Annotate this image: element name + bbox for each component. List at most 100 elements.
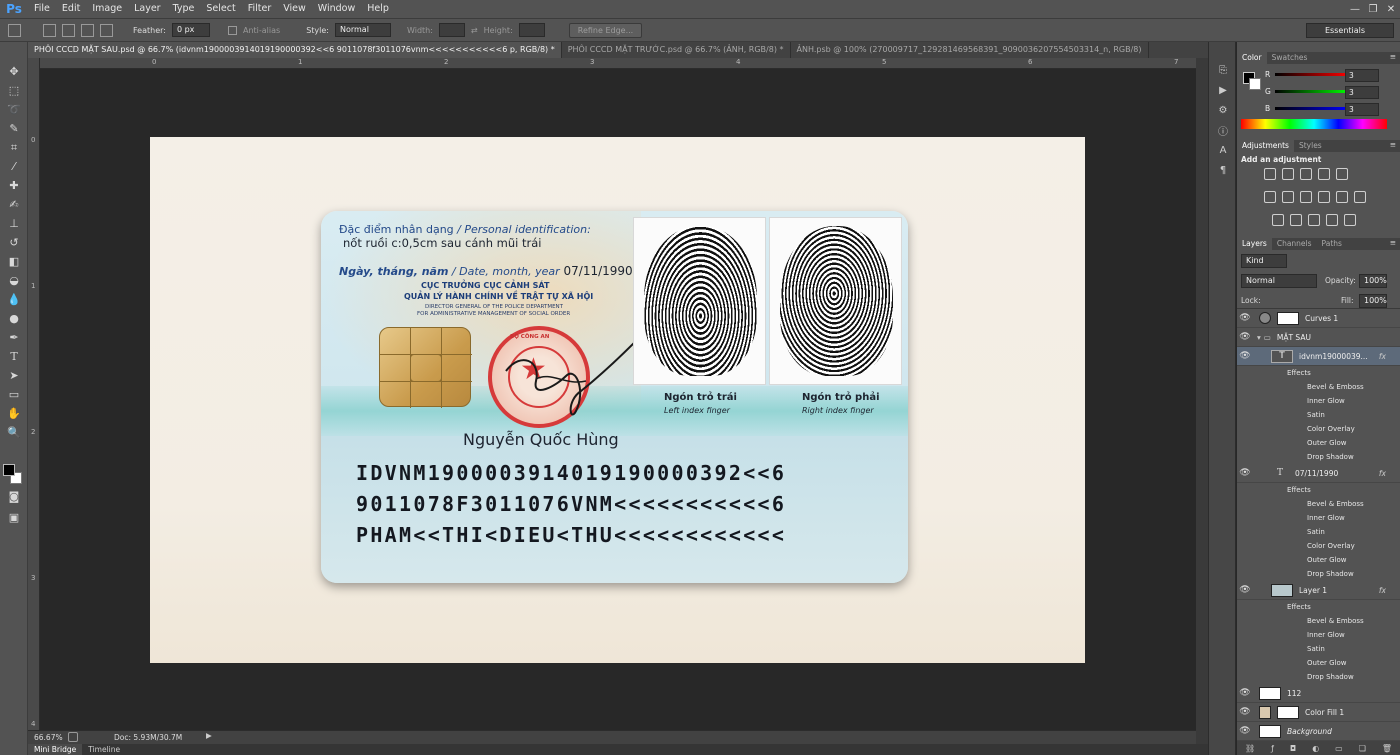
fill-input[interactable]: 100% bbox=[1359, 294, 1387, 308]
menu-type[interactable]: Type bbox=[167, 0, 201, 18]
add-selection-icon[interactable] bbox=[62, 23, 75, 37]
properties-panel-icon[interactable]: ⚙ bbox=[1209, 100, 1237, 120]
visibility-eye-icon[interactable]: 👁 bbox=[1237, 468, 1253, 478]
feather-input[interactable]: 0 px bbox=[171, 23, 210, 37]
g-slider[interactable]: G 3 bbox=[1261, 84, 1400, 101]
path-select-tool-icon[interactable]: ➤ bbox=[0, 366, 28, 385]
r-value[interactable]: 3 bbox=[1345, 69, 1379, 82]
color-balance-icon[interactable] bbox=[1282, 191, 1294, 203]
hue-saturation-icon[interactable] bbox=[1264, 191, 1276, 203]
crop-tool-icon[interactable]: ⌗ bbox=[0, 138, 28, 157]
g-value[interactable]: 3 bbox=[1345, 86, 1379, 99]
fx-icon[interactable]: fx bbox=[1379, 352, 1386, 361]
tab-adjustments[interactable]: Adjustments bbox=[1237, 140, 1294, 152]
layer-row[interactable]: 👁 Curves 1 bbox=[1237, 309, 1400, 328]
effect-row[interactable]: Satin bbox=[1237, 408, 1400, 422]
clone-stamp-tool-icon[interactable]: ⊥ bbox=[0, 214, 28, 233]
menu-select[interactable]: Select bbox=[200, 0, 241, 18]
effect-row[interactable]: Inner Glow bbox=[1237, 628, 1400, 642]
effect-row[interactable]: Inner Glow bbox=[1237, 394, 1400, 408]
tab-layers[interactable]: Layers bbox=[1237, 238, 1272, 250]
layer-row[interactable]: 👁 112 bbox=[1237, 684, 1400, 703]
foreground-color-swatch[interactable] bbox=[3, 464, 15, 476]
lasso-tool-icon[interactable]: ➰ bbox=[0, 100, 28, 119]
menu-edit[interactable]: Edit bbox=[56, 0, 86, 18]
effect-row[interactable]: Outer Glow bbox=[1237, 436, 1400, 450]
layer-row[interactable]: 👁 T 07/11/1990 fx bbox=[1237, 464, 1400, 483]
effect-row[interactable]: Outer Glow bbox=[1237, 553, 1400, 567]
character-panel-icon[interactable]: A bbox=[1209, 140, 1237, 160]
effect-row[interactable]: Inner Glow bbox=[1237, 511, 1400, 525]
new-adjustment-icon[interactable]: ◐ bbox=[1312, 744, 1319, 753]
effect-row[interactable]: Color Overlay bbox=[1237, 422, 1400, 436]
posterize-icon[interactable] bbox=[1290, 214, 1302, 226]
color-spectrum[interactable] bbox=[1241, 119, 1387, 129]
vertical-scrollbar[interactable] bbox=[1196, 58, 1208, 745]
tab-channels[interactable]: Channels bbox=[1272, 238, 1317, 250]
layer-row[interactable]: 👁 Color Fill 1 bbox=[1237, 703, 1400, 722]
info-panel-icon[interactable]: ⓘ bbox=[1209, 120, 1237, 140]
menu-filter[interactable]: Filter bbox=[242, 0, 278, 18]
healing-tool-icon[interactable]: ✚ bbox=[0, 176, 28, 195]
b-track[interactable] bbox=[1275, 107, 1349, 110]
menu-window[interactable]: Window bbox=[312, 0, 361, 18]
visibility-eye-icon[interactable]: 👁 bbox=[1237, 351, 1253, 361]
paint-bucket-tool-icon[interactable]: ◒ bbox=[0, 271, 28, 290]
effects-row[interactable]: Effects bbox=[1237, 600, 1400, 614]
invert-icon[interactable] bbox=[1272, 214, 1284, 226]
status-icon[interactable] bbox=[68, 732, 78, 742]
new-selection-icon[interactable] bbox=[43, 23, 56, 37]
intersect-selection-icon[interactable] bbox=[100, 23, 113, 37]
swap-icon[interactable]: ⇄ bbox=[471, 26, 478, 35]
photo-filter-icon[interactable] bbox=[1318, 191, 1330, 203]
group-expand-icon[interactable]: ▾ bbox=[1257, 333, 1261, 342]
layer-row[interactable]: 👁 Layer 1 fx bbox=[1237, 581, 1400, 600]
menu-image[interactable]: Image bbox=[86, 0, 128, 18]
fx-icon[interactable]: fx bbox=[1379, 469, 1386, 478]
effect-row[interactable]: Satin bbox=[1237, 525, 1400, 539]
status-menu-arrow-icon[interactable]: ▶ bbox=[206, 731, 212, 740]
marquee-preset-icon[interactable] bbox=[8, 23, 21, 37]
tab-mat-truoc[interactable]: PHÔI CCCD MẶT TRƯỚC.psd @ 66.7% (ẢNH, RG… bbox=[561, 42, 791, 58]
screen-mode-icon[interactable]: ▣ bbox=[0, 508, 28, 527]
marquee-tool-icon[interactable]: ⬚ bbox=[0, 81, 28, 100]
style-select[interactable]: Normal bbox=[334, 23, 391, 37]
fx-icon[interactable]: fx bbox=[1379, 586, 1386, 595]
zoom-tool-icon[interactable]: 🔍 bbox=[0, 423, 28, 442]
effect-row[interactable]: Bevel & Emboss bbox=[1237, 497, 1400, 511]
menu-help[interactable]: Help bbox=[361, 0, 395, 18]
r-track[interactable] bbox=[1275, 73, 1349, 76]
add-style-icon[interactable]: ƒ bbox=[1271, 744, 1274, 753]
menu-view[interactable]: View bbox=[277, 0, 312, 18]
gradient-map-icon[interactable] bbox=[1344, 214, 1356, 226]
add-mask-icon[interactable]: ◘ bbox=[1290, 744, 1296, 753]
history-panel-icon[interactable]: ⎘ bbox=[1209, 60, 1237, 80]
new-layer-icon[interactable]: ❏ bbox=[1359, 744, 1366, 753]
move-tool-icon[interactable]: ✥ bbox=[0, 62, 28, 81]
dodge-tool-icon[interactable]: ● bbox=[0, 309, 28, 328]
g-track[interactable] bbox=[1275, 90, 1349, 93]
hand-tool-icon[interactable]: ✋ bbox=[0, 404, 28, 423]
layer-kind-filter[interactable]: Kind bbox=[1241, 254, 1287, 268]
antialias-checkbox[interactable] bbox=[227, 25, 237, 35]
layer-group-row[interactable]: 👁 ▾ ▭ MẶT SAU bbox=[1237, 328, 1400, 347]
quick-mask-icon[interactable]: ◙ bbox=[0, 487, 28, 506]
menu-file[interactable]: File bbox=[28, 0, 56, 18]
effect-row[interactable]: Drop Shadow bbox=[1237, 567, 1400, 581]
b-slider[interactable]: B 3 bbox=[1261, 101, 1400, 118]
layer-row[interactable]: 👁 Background bbox=[1237, 722, 1400, 741]
layer-row[interactable]: 👁 T idvnm19000039... fx bbox=[1237, 347, 1400, 366]
tab-anh[interactable]: ẢNH.psb @ 100% (270009717_12928146956839… bbox=[790, 42, 1149, 58]
subtract-selection-icon[interactable] bbox=[81, 23, 94, 37]
curves-icon[interactable] bbox=[1300, 168, 1312, 180]
effect-row[interactable]: Drop Shadow bbox=[1237, 670, 1400, 684]
link-layers-icon[interactable]: ⛓ bbox=[1245, 744, 1255, 753]
width-input[interactable] bbox=[438, 23, 465, 37]
workspace-select[interactable]: Essentials bbox=[1306, 23, 1394, 38]
blur-tool-icon[interactable]: 💧 bbox=[0, 290, 28, 309]
restore-button[interactable]: ❐ bbox=[1364, 0, 1382, 18]
visibility-eye-icon[interactable]: 👁 bbox=[1237, 688, 1253, 698]
eraser-tool-icon[interactable]: ◧ bbox=[0, 252, 28, 271]
layers-panel-menu-icon[interactable]: ≡ bbox=[1390, 238, 1396, 247]
visibility-eye-icon[interactable]: 👁 bbox=[1237, 332, 1253, 342]
